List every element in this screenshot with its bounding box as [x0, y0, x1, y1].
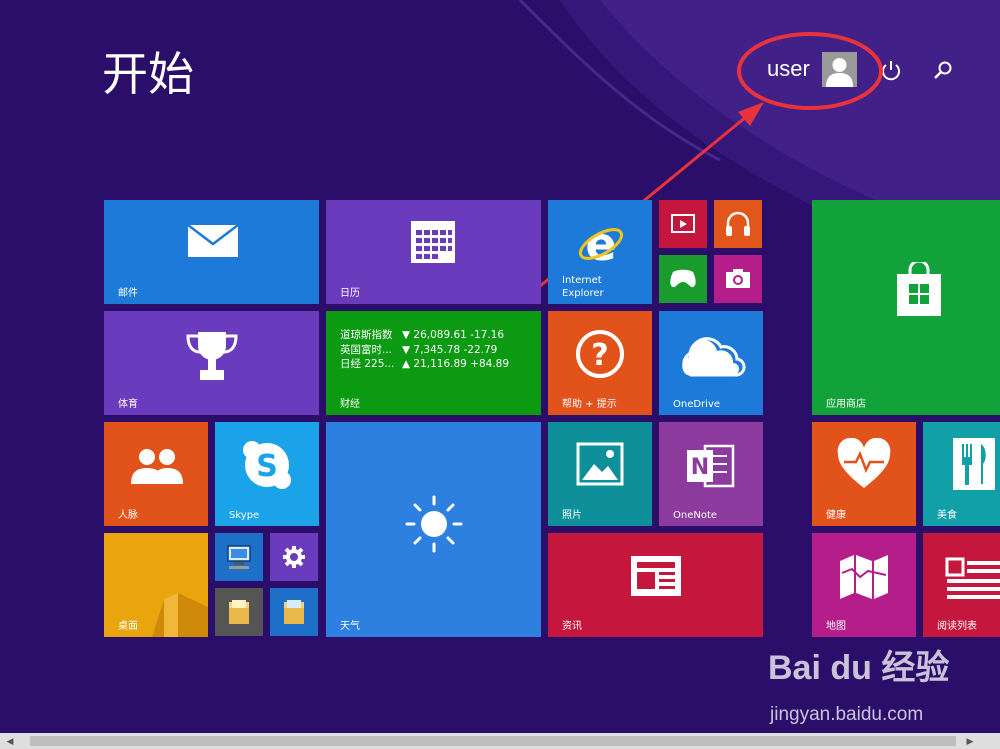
trophy-icon	[186, 332, 238, 380]
tile-weather[interactable]: 天气	[326, 422, 541, 637]
fork-knife-icon	[953, 438, 995, 490]
tile-file-explorer[interactable]	[215, 588, 263, 636]
tile-music[interactable]	[714, 200, 762, 248]
photo-icon	[576, 442, 624, 486]
tile-label-line2: Explorer	[562, 288, 604, 299]
tile-finance[interactable]: 道琼斯指数 ▼ 26,089.61 -17.16 英国富时... ▼ 7,345.7…	[326, 311, 541, 415]
calendar-icon	[411, 221, 455, 263]
tile-label: 应用商店	[826, 399, 866, 410]
tile-camera[interactable]	[714, 255, 762, 303]
onenote-icon: N	[687, 444, 735, 488]
tile-label: 地图	[826, 621, 846, 632]
tile-label: OneNote	[673, 510, 718, 521]
tile-label: 财经	[340, 399, 360, 410]
heart-icon	[837, 438, 891, 488]
computer-icon	[227, 545, 251, 569]
question-mark-icon: ?	[576, 330, 624, 378]
folder-icon	[229, 600, 249, 624]
tile-label: 日历	[340, 288, 360, 299]
horizontal-scrollbar[interactable]: ◀ ▶	[0, 733, 1000, 749]
tile-label: 体育	[118, 399, 138, 410]
scroll-right-icon[interactable]: ▶	[962, 733, 978, 749]
tile-label-line1: Internet	[562, 275, 602, 286]
tile-store[interactable]: 应用商店	[812, 200, 1000, 415]
camera-icon	[726, 269, 750, 288]
reading-list-icon	[945, 557, 1000, 599]
tile-label: OneDrive	[673, 399, 721, 410]
tile-label: 桌面	[118, 621, 138, 632]
scroll-left-icon[interactable]: ◀	[2, 733, 18, 749]
tile-skype[interactable]: S Skype	[215, 422, 319, 526]
tile-maps[interactable]: 地图	[812, 533, 916, 637]
gear-icon	[283, 546, 305, 568]
tile-settings[interactable]	[270, 533, 318, 581]
tile-label: 美食	[937, 510, 957, 521]
map-icon	[840, 555, 888, 599]
watermark-brand: Bai du 经验	[768, 649, 950, 687]
svg-text:N: N	[691, 455, 709, 480]
tile-label: 帮助 + 提示	[562, 399, 617, 410]
shopping-bag-icon	[897, 262, 941, 316]
tile-label: 天气	[340, 621, 360, 632]
finance-list: 道琼斯指数 ▼ 26,089.61 -17.16 英国富时... ▼ 7,345.7…	[340, 328, 509, 372]
tile-video[interactable]	[659, 200, 707, 248]
tile-desktop[interactable]: 桌面	[104, 533, 208, 637]
internet-explorer-icon: e	[578, 218, 624, 268]
tile-label: Skype	[229, 510, 260, 521]
tile-photos[interactable]: 照片	[548, 422, 652, 526]
tile-food[interactable]: 美食	[923, 422, 1000, 526]
tile-help-tips[interactable]: ? 帮助 + 提示	[548, 311, 652, 415]
tile-mail[interactable]: 邮件	[104, 200, 319, 304]
svg-text:S: S	[256, 449, 278, 484]
newspaper-icon	[631, 556, 681, 596]
tile-label: 邮件	[118, 288, 138, 299]
tile-label: 照片	[562, 510, 582, 521]
tile-label: 资讯	[562, 621, 582, 632]
tile-internet-explorer[interactable]: e Internet Explorer	[548, 200, 652, 304]
finance-row: 英国富时... ▼ 7,345.78 -22.79	[340, 343, 498, 356]
xbox-controller-icon	[670, 269, 696, 288]
tile-label: 人脉	[118, 510, 138, 521]
mail-icon	[187, 224, 239, 257]
scrollbar-thumb[interactable]	[30, 736, 956, 746]
sun-icon	[405, 495, 463, 553]
tile-games[interactable]	[659, 255, 707, 303]
svg-text:?: ?	[591, 338, 608, 373]
finance-row: 道琼斯指数 ▼ 26,089.61 -17.16	[340, 329, 505, 341]
tile-label: 阅读列表	[937, 621, 977, 632]
finance-row: 日经 225... ▲ 21,116.89 +84.89	[340, 358, 510, 370]
headphones-icon	[726, 211, 750, 236]
people-icon	[131, 449, 183, 484]
tile-onenote[interactable]: N OneNote	[659, 422, 763, 526]
tile-sports[interactable]: 体育	[104, 311, 319, 415]
cloud-icon	[682, 337, 746, 377]
video-icon	[671, 214, 695, 233]
tile-onedrive[interactable]: OneDrive	[659, 311, 763, 415]
svg-text:e: e	[585, 218, 616, 268]
tile-calendar[interactable]: 日历	[326, 200, 541, 304]
tile-label: 健康	[826, 510, 846, 521]
tile-health[interactable]: 健康	[812, 422, 916, 526]
watermark-url: jingyan.baidu.com	[770, 704, 924, 725]
tile-news[interactable]: 资讯	[548, 533, 763, 637]
folder-icon	[284, 600, 304, 624]
tile-computer[interactable]	[215, 533, 263, 581]
tile-reading-list[interactable]: 阅读列表	[923, 533, 1000, 637]
tile-documents[interactable]	[270, 588, 318, 636]
tile-people[interactable]: 人脉	[104, 422, 208, 526]
skype-icon: S	[243, 441, 291, 489]
